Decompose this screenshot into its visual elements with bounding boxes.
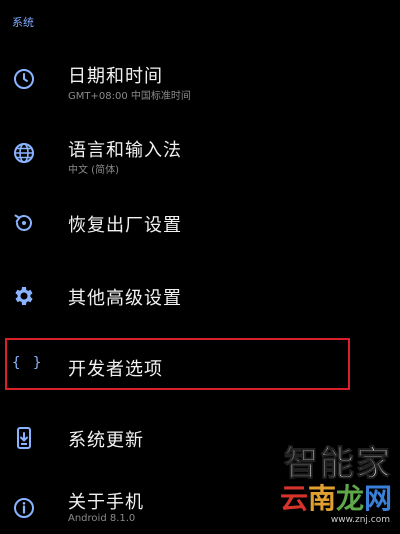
settings-item-title: 开发者选项 (68, 359, 163, 380)
settings-item-advanced[interactable]: 其他高级设置 (0, 266, 400, 326)
settings-item-language-input[interactable]: 语言和输入法 中文 (简体) (0, 122, 400, 182)
watermark-char: 南 (307, 482, 336, 515)
globe-icon (12, 141, 36, 165)
braces-icon: { } (12, 355, 44, 371)
settings-item-factory-reset[interactable]: 恢复出厂设置 (0, 193, 400, 253)
settings-item-date-time[interactable]: 日期和时间 GMT+08:00 中国标准时间 (0, 50, 400, 110)
settings-item-title: 语言和输入法 (68, 140, 182, 161)
settings-item-subtitle: Android 8.1.0 (68, 513, 136, 524)
restore-icon (12, 211, 36, 235)
watermark-url: www.znj.com (330, 515, 390, 525)
settings-item-developer-options[interactable]: { } 开发者选项 (0, 338, 400, 398)
watermark: 智能家 云南龙网 (280, 445, 392, 515)
clock-icon (12, 67, 36, 91)
watermark-char: 网 (363, 482, 392, 515)
info-icon (12, 496, 36, 520)
settings-item-subtitle: GMT+08:00 中国标准时间 (68, 91, 191, 102)
watermark-line2: 云南龙网 (280, 483, 392, 515)
system-update-icon (12, 426, 36, 450)
watermark-char: 龙 (335, 482, 364, 515)
settings-item-title: 系统更新 (68, 430, 144, 451)
settings-item-title: 恢复出厂设置 (68, 215, 182, 236)
settings-item-title: 日期和时间 (68, 66, 163, 87)
watermark-line1: 智能家 (283, 444, 392, 484)
gear-icon (12, 284, 36, 308)
settings-item-title: 关于手机 (68, 492, 144, 513)
watermark-char: 云 (279, 482, 308, 515)
settings-item-title: 其他高级设置 (68, 288, 182, 309)
settings-item-subtitle: 中文 (简体) (68, 165, 119, 176)
section-header: 系统 (12, 16, 34, 29)
